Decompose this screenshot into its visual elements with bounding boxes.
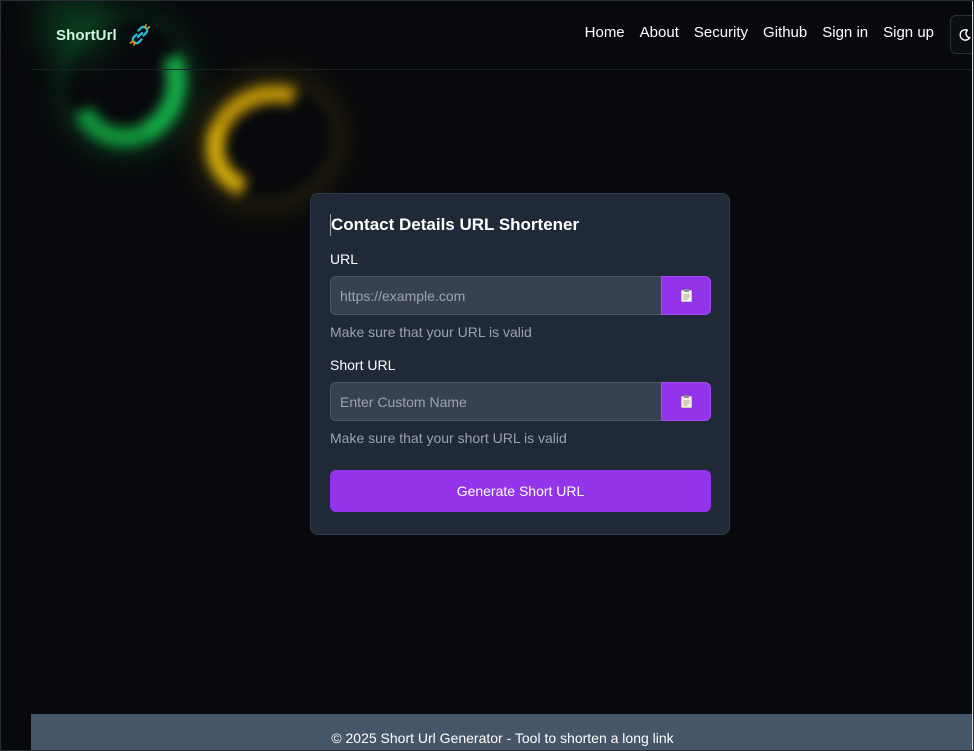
clipboard-icon	[680, 395, 692, 408]
footer-copyright: © 2025 Short Url Generator - Tool to sho…	[331, 729, 674, 746]
paste-url-button[interactable]	[661, 276, 711, 315]
url-input[interactable]	[330, 276, 661, 315]
url-label: URL	[330, 251, 359, 267]
nav-links: Home About Security Github Sign in Sign …	[585, 24, 934, 41]
short-url-input[interactable]	[330, 382, 661, 421]
shortener-card: Contact Details URL Shortener URL Make s…	[310, 193, 730, 535]
nav-github[interactable]: Github	[763, 24, 807, 41]
theme-toggle-button[interactable]	[950, 15, 974, 54]
paste-short-url-button[interactable]	[661, 382, 711, 421]
nav-sign-in[interactable]: Sign in	[822, 24, 868, 41]
brand-name: ShortUrl	[56, 26, 117, 44]
navbar: ShortUrl Home About Security Github Sign…	[31, 0, 974, 70]
nav-sign-up[interactable]: Sign up	[883, 24, 934, 41]
form-title: Contact Details URL Shortener	[330, 214, 710, 236]
generate-short-url-button[interactable]: Generate Short URL	[330, 470, 711, 512]
nav-about[interactable]: About	[640, 24, 679, 41]
short-url-input-group	[330, 382, 711, 421]
url-helper-text: Make sure that your URL is valid	[330, 324, 532, 340]
moon-icon	[959, 28, 971, 41]
nav-home[interactable]: Home	[585, 24, 625, 41]
short-url-label: Short URL	[330, 357, 396, 373]
clipboard-icon	[680, 289, 692, 302]
footer: © 2025 Short Url Generator - Tool to sho…	[31, 714, 974, 751]
nav-security[interactable]: Security	[694, 24, 748, 41]
short-url-helper-text: Make sure that your short URL is valid	[330, 430, 567, 446]
brand[interactable]: ShortUrl	[56, 22, 153, 48]
url-input-group	[330, 276, 711, 315]
chain-link-icon	[129, 24, 151, 46]
